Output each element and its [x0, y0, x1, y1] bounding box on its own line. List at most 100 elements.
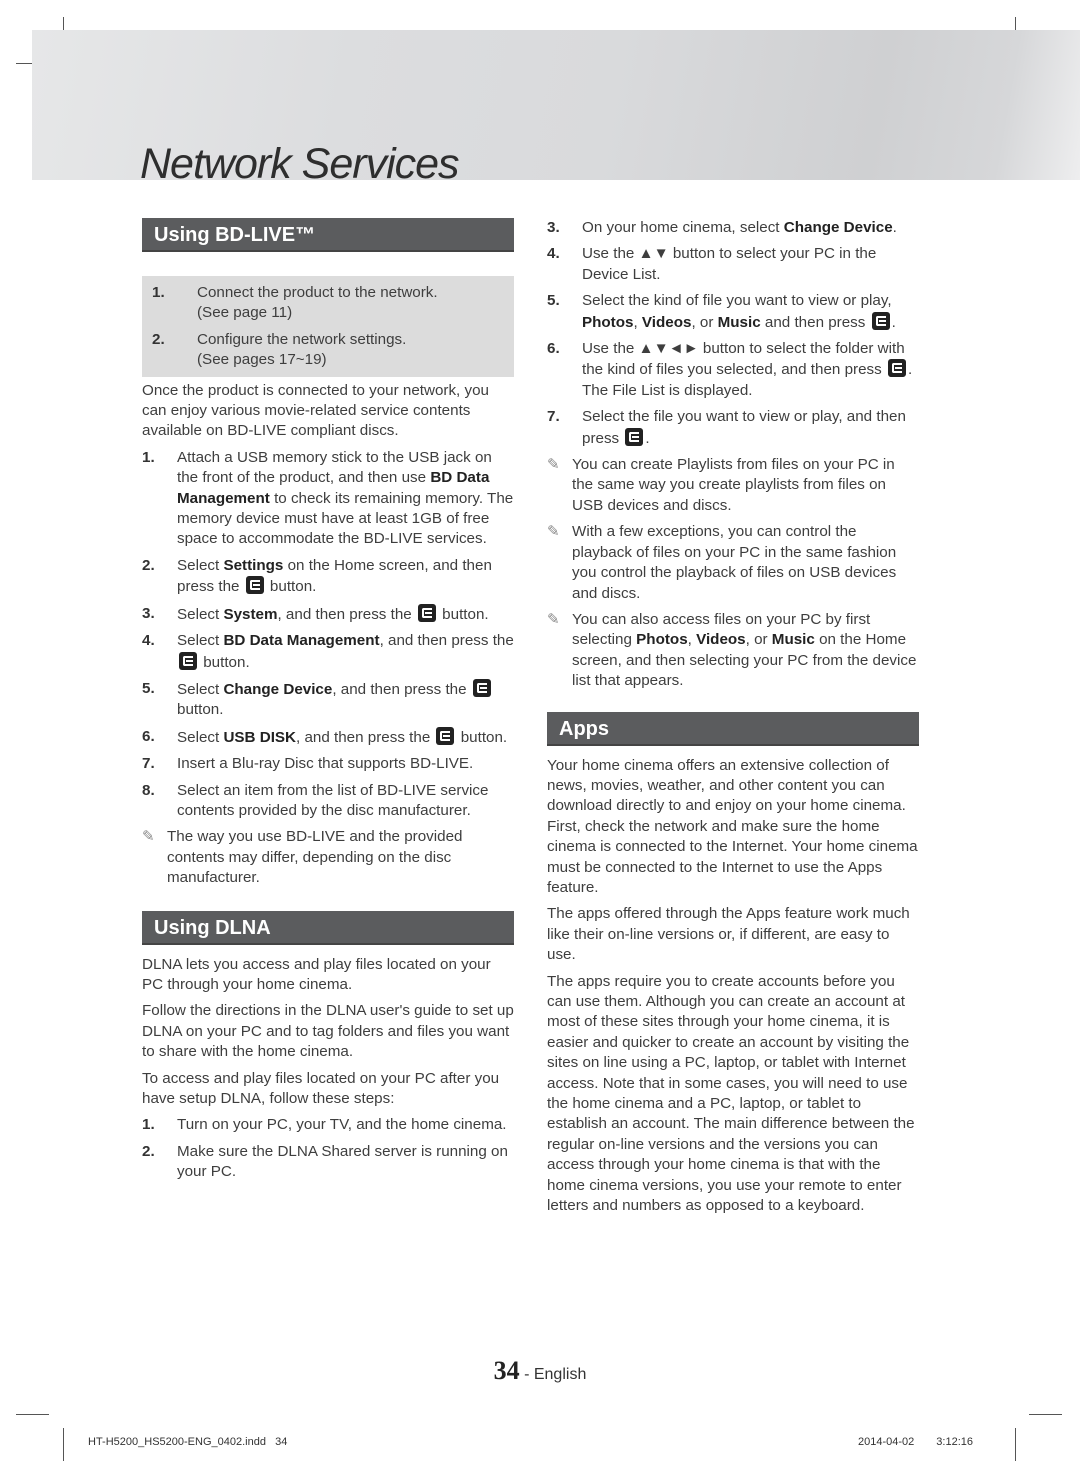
page-title: Network Services	[140, 140, 460, 188]
step-number: 7.	[547, 408, 560, 426]
step-number: 2.	[142, 1142, 155, 1160]
step-number: 2.	[152, 330, 165, 348]
paragraph: DLNA lets you access and play files loca…	[142, 955, 491, 993]
list-item: 2. Select Settings on the Home screen, a…	[142, 556, 514, 598]
enter-button-icon	[417, 603, 436, 622]
list-item: 3. Select System, and then press the but…	[142, 603, 514, 625]
separator: , or	[745, 631, 772, 649]
prereq-item: 1. Connect the product to the network. (S…	[142, 283, 514, 324]
left-column: Using BD-LIVE™ 1. Connect the product to…	[142, 218, 514, 1189]
print-date: 2014-04-02	[858, 1436, 915, 1448]
pencil-note-icon: ✎	[142, 828, 155, 846]
paragraph: The apps offered through the Apps featur…	[547, 905, 910, 964]
page-footer: 34 - English	[0, 1356, 1080, 1386]
step-text: Select an item from the list of BD-LIVE …	[177, 781, 489, 819]
list-item: 8. Select an item from the list of BD-LI…	[142, 781, 514, 822]
enter-button-icon	[625, 427, 644, 446]
menu-term: USB DISK	[223, 728, 297, 746]
paragraph: To access and play files located on your…	[142, 1069, 500, 1107]
step-number: 6.	[142, 727, 155, 745]
list-item: 2. Make sure the DLNA Shared server is r…	[142, 1142, 514, 1183]
crop-mark	[1029, 1414, 1062, 1415]
page-reference: (See pages 17~19)	[197, 351, 327, 369]
step-text: .	[645, 429, 650, 447]
list-item: 1. Attach a USB memory stick to the USB …	[142, 448, 514, 550]
page-number: 34	[493, 1356, 520, 1385]
list-item: 4. Use the ▲▼ button to select your PC i…	[547, 244, 919, 285]
step-text: Insert a Blu-ray Disc that supports BD-L…	[177, 755, 474, 773]
list-item: 7. Select the file you want to view or p…	[547, 407, 919, 449]
menu-term: Music	[717, 313, 761, 331]
step-number: 8.	[142, 781, 155, 799]
step-text: button.	[456, 728, 508, 746]
list-item: 4. Select BD Data Management, and then p…	[142, 631, 514, 673]
step-number: 6.	[547, 340, 560, 358]
step-text: Select	[177, 605, 224, 623]
note: ✎ You can also access files on your PC b…	[547, 610, 919, 692]
step-text: , and then press the	[296, 728, 435, 746]
menu-term: Change Device	[783, 219, 893, 236]
section-heading-dlna: Using DLNA	[142, 910, 514, 945]
list-item: 1. Turn on your PC, your TV, and the hom…	[142, 1115, 514, 1135]
pencil-note-icon: ✎	[547, 456, 560, 474]
pencil-note-icon: ✎	[547, 610, 560, 628]
step-number: 3.	[547, 219, 560, 236]
step-number: 4.	[547, 245, 560, 263]
step-text: On your home cinema, select	[582, 219, 784, 236]
step-text: button.	[199, 653, 250, 671]
section-heading-apps: Apps	[547, 711, 919, 746]
list-item: 5. Select the kind of file you want to v…	[547, 291, 919, 333]
note-text: With a few exceptions, you can control t…	[572, 523, 897, 602]
enter-button-icon	[871, 311, 890, 330]
step-text: .	[892, 219, 897, 236]
page-language: - English	[519, 1366, 587, 1383]
list-item: 6. Use the ▲▼◄► button to select the fol…	[547, 339, 919, 401]
step-text: button.	[437, 605, 489, 623]
prereq-item: 2. Configure the network settings. (See p…	[142, 330, 514, 371]
paragraph: The apps require you to create accounts …	[547, 972, 915, 1215]
prereq-text: Configure the network settings.	[197, 330, 407, 348]
print-slug-file: HT-H5200_HS5200-ENG_0402.indd 34	[88, 1436, 288, 1448]
enter-button-icon	[179, 651, 197, 670]
separator: ,	[633, 313, 642, 331]
print-slug-timestamp: 2014-04-02 3:12:16	[858, 1436, 973, 1448]
step-number: 5.	[142, 679, 155, 697]
step-text: , and then press the	[277, 605, 416, 623]
separator: , or	[691, 313, 718, 331]
crop-mark	[16, 1414, 49, 1415]
step-number: 7.	[142, 755, 155, 773]
step-number: 1.	[142, 448, 155, 466]
step-text: Select	[177, 556, 224, 574]
step-text: Select	[177, 632, 224, 650]
paragraph: Follow the directions in the DLNA user's…	[142, 1002, 514, 1061]
section-heading-bdlive: Using BD-LIVE™	[142, 218, 514, 252]
menu-term: Settings	[223, 556, 284, 574]
prereq-text: Connect the product to the network.	[197, 284, 438, 301]
step-number: 5.	[547, 292, 560, 310]
note: ✎ You can create Playlists from files on…	[547, 455, 919, 516]
step-text: Turn on your PC, your TV, and the home c…	[177, 1116, 507, 1134]
step-number: 1.	[142, 1116, 155, 1134]
step-number: 3.	[142, 604, 155, 622]
list-item: 6. Select USB DISK, and then press the b…	[142, 726, 514, 748]
step-text: and then press	[760, 313, 870, 331]
crop-mark	[1015, 1428, 1016, 1461]
step-number: 1.	[152, 284, 165, 301]
menu-term: BD Data Management	[223, 632, 380, 650]
step-number: 4.	[142, 632, 155, 650]
step-text: Select the kind of file you want to view…	[582, 292, 892, 310]
enter-button-icon	[887, 359, 906, 378]
page-reference: (See page 11)	[197, 304, 293, 322]
step-text: Use the ▲▼ button to select your PC in t…	[582, 245, 877, 283]
pencil-note-icon: ✎	[547, 523, 560, 541]
step-number: 2.	[142, 556, 155, 574]
paragraph: Your home cinema offers an extensive col…	[547, 756, 918, 896]
list-item: 5. Select Change Device, and then press …	[142, 678, 514, 721]
step-text: , and then press the	[379, 632, 514, 650]
step-text: button.	[265, 578, 317, 596]
menu-term: Photos	[636, 631, 688, 649]
right-column: 3. On your home cinema, select Change De…	[547, 218, 919, 1222]
note-text: The way you use BD-LIVE and the provided…	[167, 828, 463, 887]
step-text: Make sure the DLNA Shared server is runn…	[177, 1142, 508, 1181]
bdlive-intro: Once the product is connected to your ne…	[142, 381, 489, 440]
